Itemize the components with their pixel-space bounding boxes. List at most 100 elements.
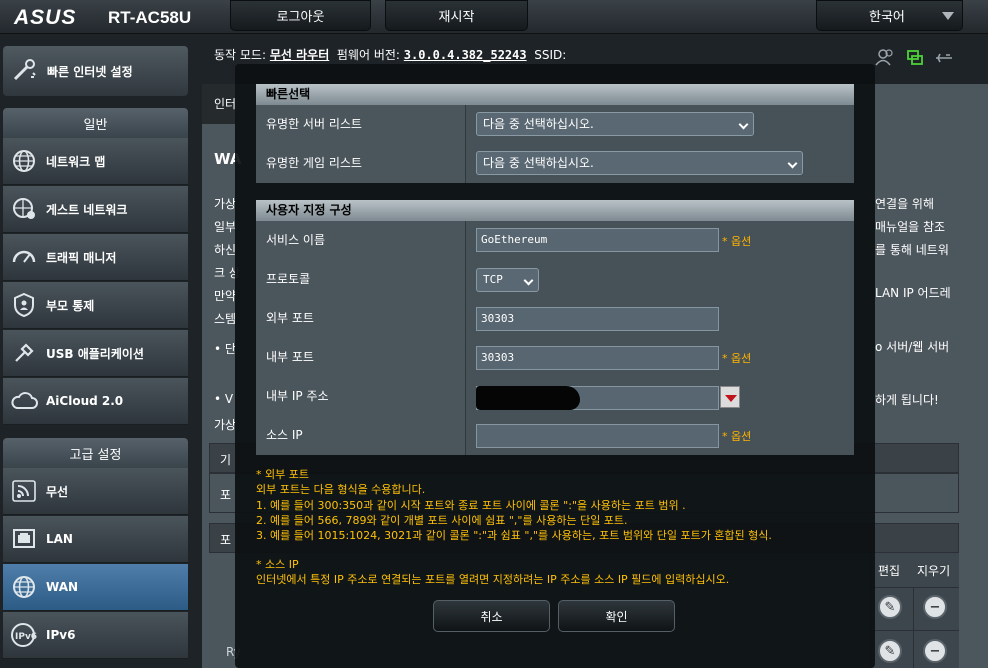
network-status-icon (907, 50, 923, 65)
language-label: 한국어 (869, 10, 905, 25)
sidebar-item-label: IPv6 (46, 628, 76, 642)
usb-status-icon (936, 53, 952, 63)
sidebar-item-label: USB 애플리케이션 (46, 346, 144, 361)
ssid-label: SSID: (534, 48, 567, 62)
edit-icon[interactable]: ✎ (878, 639, 902, 663)
sidebar-item-label: LAN (46, 532, 73, 546)
internal-ip-label: 내부 IP 주소 (256, 377, 466, 416)
help-note-line: 외부 포트는 다음 형식을 수용합니다. (256, 483, 426, 496)
sidebar-item-globe[interactable]: 네트워크 맵 (3, 138, 188, 185)
bg-text-fragment: 만약 (214, 289, 237, 303)
sidebar-item-lan[interactable]: LAN (3, 516, 188, 563)
logout-button[interactable]: 로그아웃 (230, 0, 371, 31)
sidebar-item-label: 부모 통제 (46, 298, 95, 313)
bg-text-fragment: o 서버/웹 서버 (875, 340, 950, 354)
source-ip-input[interactable] (476, 424, 719, 448)
service-name-label: 서비스 이름 (256, 221, 466, 260)
bg-text-fragment: 스템 (214, 312, 237, 326)
op-mode-label: 동작 모드: (214, 48, 267, 62)
sidebar-item-label: 게스트 네트워크 (46, 202, 128, 217)
status-row: 동작 모드: 무선 라우터 펌웨어 버전: 3.0.0.4.382_52243 … (214, 46, 566, 63)
sidebar-item-wifi[interactable]: 무선 (3, 468, 188, 515)
users-icon (875, 49, 893, 66)
wifi-icon (10, 477, 38, 505)
ipv6-icon: IPv6 (10, 621, 38, 649)
cancel-button[interactable]: 취소 (433, 600, 550, 632)
wand-icon (11, 57, 39, 85)
sidebar: 빠른 인터넷 설정 일반 네트워크 맵게스트 네트워크트래픽 매니저부모 통제 U… (0, 34, 190, 668)
optional-note: * 옵션 (722, 235, 752, 248)
sidebar-item-ipv6[interactable]: IPv6 IPv6 (3, 612, 188, 659)
model-name: RT-AC58U (108, 8, 192, 27)
bg-text-fragment: LAN IP 어드레 (875, 286, 951, 300)
sidebar-item-wan-globe[interactable]: WAN (3, 564, 188, 611)
status-icons (874, 48, 974, 68)
service-name-input[interactable]: GoEthereum (476, 228, 719, 252)
cloud-icon (10, 387, 38, 415)
bg-text-fragment: 하신 (214, 243, 237, 257)
sidebar-item-guest-network[interactable]: 게스트 네트워크 (3, 186, 188, 233)
ok-button[interactable]: 확인 (558, 600, 675, 632)
quick-select-header: 빠른선택 (256, 84, 854, 105)
optional-note: * 옵션 (722, 430, 752, 443)
game-list-label: 유명한 게임 리스트 (256, 144, 466, 183)
quick-setup-label: 빠른 인터넷 설정 (47, 64, 133, 79)
help-note-line: 인터넷에서 특정 IP 주소로 연결되는 포트를 열려면 지정하려는 IP 주소… (256, 573, 730, 586)
lan-icon (10, 525, 38, 553)
bg-text-fragment: 가상 (214, 418, 237, 432)
redaction-mark (476, 386, 580, 410)
advanced-header: 고급 설정 (3, 438, 188, 468)
help-note-line: * 외부 포트 (256, 468, 309, 481)
bg-text-fragment: 연결을 위해 (875, 197, 935, 211)
server-list-label: 유명한 서버 리스트 (256, 105, 466, 144)
sidebar-item-usb[interactable]: USB 애플리케이션 (3, 330, 188, 377)
chevron-down-icon (787, 158, 798, 169)
bg-text-fragment: • 단 (214, 342, 236, 356)
chevron-down-icon (523, 275, 534, 286)
delete-icon[interactable]: − (923, 639, 947, 663)
bg-text-fragment: 가상 (214, 197, 237, 211)
bg-tab-label: 인터 (214, 97, 237, 111)
sidebar-item-gauge[interactable]: 트래픽 매니저 (3, 234, 188, 281)
delete-icon[interactable]: − (923, 595, 947, 619)
bg-text-fragment: 매뉴얼을 참조 (875, 220, 946, 234)
source-ip-label: 소스 IP (256, 416, 466, 455)
internal-port-input[interactable]: 30303 (476, 346, 719, 370)
sidebar-item-shield[interactable]: 부모 통제 (3, 282, 188, 329)
language-select[interactable]: 한국어 (816, 0, 963, 31)
protocol-select[interactable]: TCP (476, 268, 539, 292)
reboot-button[interactable]: 재시작 (385, 0, 528, 31)
help-note-line: 1. 예를 들어 300:350과 같이 시작 포트와 종료 포트 사이에 콜론… (256, 499, 686, 512)
firmware-label: 펌웨어 버전: (336, 48, 400, 62)
sidebar-item-label: 네트워크 맵 (46, 154, 106, 169)
server-list-select[interactable]: 다음 중 선택하십시오. (476, 112, 754, 136)
protocol-label: 프로토콜 (256, 260, 466, 299)
firmware-link[interactable]: 3.0.0.4.382_52243 (404, 48, 527, 62)
wan-globe-icon (10, 573, 38, 601)
op-mode-link[interactable]: 무선 라우터 (270, 48, 329, 62)
sidebar-item-label: AiCloud 2.0 (46, 394, 124, 408)
gauge-icon (10, 243, 38, 271)
col-edit-header: 편집 (878, 564, 901, 578)
quick-setup-button[interactable]: 빠른 인터넷 설정 (3, 46, 188, 96)
chevron-down-icon (738, 119, 749, 130)
help-note-line: 2. 예를 들어 566, 789와 같이 개별 포트 사이에 쉼표 ","를 … (256, 514, 628, 527)
ip-dropdown-button[interactable] (720, 386, 740, 408)
edit-icon[interactable]: ✎ (878, 595, 902, 619)
top-bar: ASUS RT-AC58U 로그아웃 재시작 한국어 (0, 0, 988, 34)
help-note-line: * 소스 IP (256, 558, 299, 571)
help-note-line: 3. 예를 들어 1015:1024, 3021과 같이 콜론 ":"과 쉼표 … (256, 529, 772, 542)
bg-text-fragment: 하게 됩니다! (875, 393, 939, 407)
col-delete-header: 지우기 (917, 564, 951, 578)
external-port-input[interactable]: 30303 (476, 307, 719, 331)
bg-text-fragment: 를 통해 네트워 (875, 243, 949, 257)
sidebar-item-cloud[interactable]: AiCloud 2.0 (3, 378, 188, 425)
bg-text-fragment: • V (214, 392, 234, 406)
bg-text-fragment: 일부 (214, 220, 237, 234)
chevron-down-icon (942, 12, 954, 20)
general-header: 일반 (3, 108, 188, 138)
sidebar-item-label: 트래픽 매니저 (46, 250, 117, 265)
optional-note: * 옵션 (722, 352, 752, 365)
guest-network-icon (10, 195, 38, 223)
game-list-select[interactable]: 다음 중 선택하십시오. (476, 151, 803, 175)
